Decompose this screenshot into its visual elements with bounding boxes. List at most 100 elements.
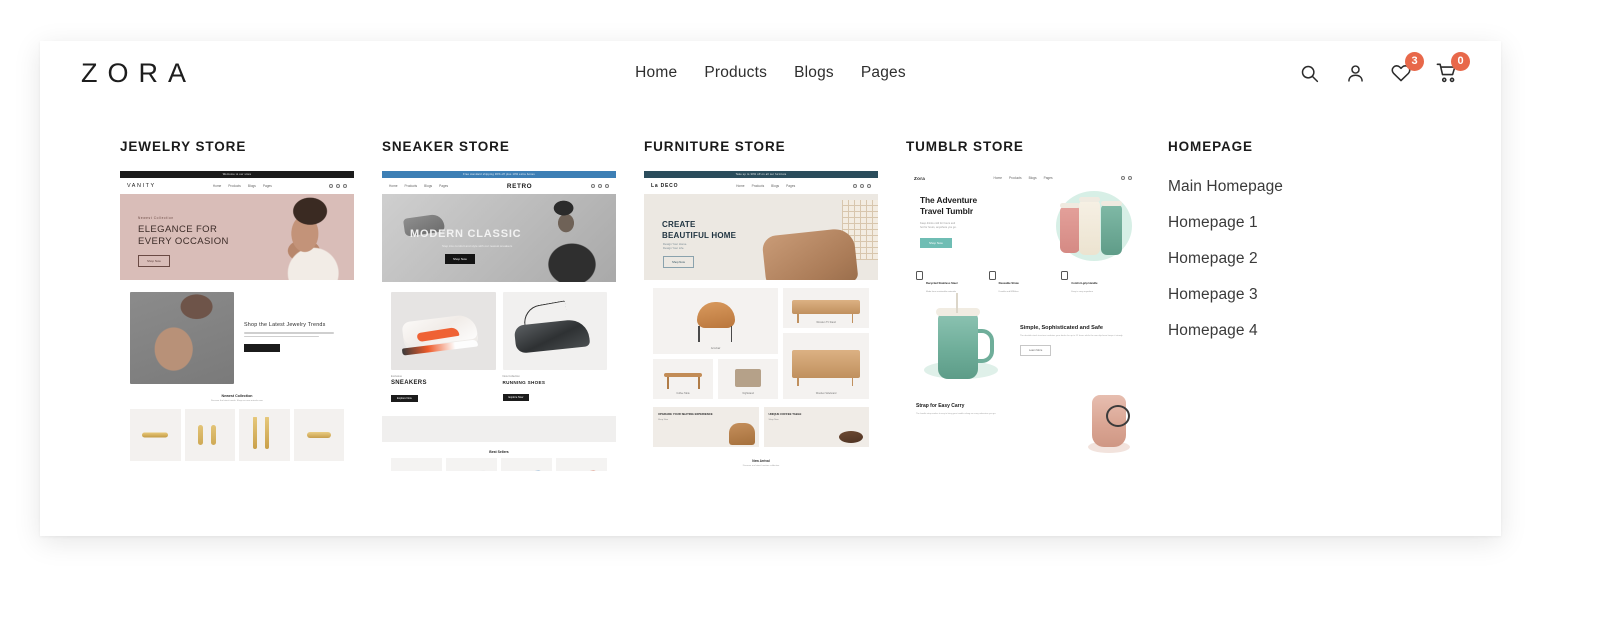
sneaker-hero: MODERN CLASSIC Step into comfort and sty…: [382, 194, 616, 282]
sneaker-card-2: New Collection RUNNING SHOES Explore Now: [502, 292, 607, 404]
mini-site-furniture: Take up to 30% off on all our furniture …: [644, 171, 878, 467]
tumblr-cart-icon: [1127, 176, 1132, 180]
jewelry-section-newest: Newest Collection Discover the latest tr…: [120, 388, 354, 471]
furniture-promo-seating-title: UPGRADE YOUR SEATING EXPERIENCE: [658, 412, 713, 416]
jewelry-brand: VANITY: [127, 183, 156, 189]
furniture-product-grid: Armchair Coffee Table Nightstand Wooden …: [644, 280, 878, 407]
tumblr-section-simple-title: Simple, Sophisticated and Safe: [1020, 324, 1103, 331]
cart-badge: 0: [1451, 52, 1470, 71]
wishlist-icon[interactable]: 3: [1389, 52, 1424, 85]
tumblr-feature-2-icon: [988, 271, 996, 280]
jewelry-user-icon: [336, 184, 340, 188]
wishlist-badge: 3: [1405, 52, 1424, 71]
tumblr-hero: The Adventure Travel Tumblr Keep drinks …: [906, 185, 1140, 265]
column-jewelry-store: JEWELRY STORE Welcome to our store VANIT…: [120, 139, 382, 471]
homepage-link-4[interactable]: Homepage 4: [1168, 315, 1468, 351]
furniture-product-coffee-table-caption: Coffee Table: [676, 392, 690, 395]
preview-tumblr-store[interactable]: Zora Home Products Blogs Pages The Adven…: [906, 171, 1140, 471]
site-header: ZORA Home Products Blogs Pages 3 0: [40, 41, 1501, 105]
furniture-user-icon: [859, 184, 864, 188]
tumblr-hero-subtitle-1: Keep drinks cold for hours and: [920, 221, 956, 225]
jewelry-trends-title: Shop the Latest Jewelry Trends: [244, 322, 326, 328]
sneaker-link-pages: Pages: [439, 184, 449, 188]
nav-item-products[interactable]: Products: [704, 64, 767, 82]
preview-sneaker-store[interactable]: Free standard shipping 30% off plus 10% …: [382, 171, 616, 471]
sneaker-search-icon: [590, 184, 595, 188]
furniture-cart-icon: [866, 184, 871, 188]
sneaker-footer-band: [382, 416, 616, 442]
search-icon[interactable]: [1297, 61, 1321, 85]
furniture-grid-left: Armchair Coffee Table Nightstand: [653, 288, 779, 399]
sneaker-card-2-title: RUNNING SHOES: [502, 380, 546, 385]
tumblr-section-simple-image: [916, 292, 1012, 383]
nav-item-pages[interactable]: Pages: [861, 64, 906, 82]
tumblr-section-strap: Strap for Easy Carry The handle strap ma…: [906, 389, 1140, 453]
tumblr-section-strap-title: Strap for Easy Carry: [916, 402, 965, 409]
furniture-promos: UPGRADE YOUR SEATING EXPERIENCE Shop Now…: [644, 407, 878, 455]
jewelry-link-blogs: Blogs: [247, 184, 256, 188]
column-homepage: HOMEPAGE Main Homepage Homepage 1 Homepa…: [1168, 139, 1468, 471]
furniture-link-blogs: Blogs: [771, 184, 780, 188]
homepage-link-main[interactable]: Main Homepage: [1168, 171, 1468, 207]
jewelry-trends-image: [130, 292, 234, 384]
homepage-link-1[interactable]: Homepage 1: [1168, 207, 1468, 243]
preview-jewelry-store[interactable]: Welcome to our store VANITY Home Product…: [120, 171, 354, 471]
furniture-link-products: Products: [751, 184, 765, 188]
jewelry-link-home: Home: [212, 184, 222, 188]
jewelry-link-pages: Pages: [262, 184, 272, 188]
sneaker-brand: RETRO: [506, 182, 533, 190]
homepage-link-3[interactable]: Homepage 3: [1168, 279, 1468, 315]
jewelry-mini-links: Home Products Blogs Pages: [213, 184, 272, 188]
nav-item-blogs[interactable]: Blogs: [794, 64, 834, 82]
jewelry-hero-headline-2: EVERY OCCASION: [138, 236, 229, 248]
tumblr-mini-icons: [1120, 176, 1132, 180]
jewelry-product-4: [293, 409, 344, 461]
furniture-announcement-bar: Take up to 30% off on all our furniture: [644, 171, 878, 178]
furniture-promo-table-title: UNIQUE COFFEE TABLE: [768, 412, 802, 416]
furniture-promo-table: UNIQUE COFFEE TABLE Shop Now: [763, 407, 869, 447]
tumblr-link-pages: Pages: [1043, 176, 1053, 180]
sneaker-bestseller-2: [446, 458, 497, 471]
jewelry-announcement-bar: Welcome to our store: [120, 171, 354, 178]
furniture-product-tv-stand: Wooden TV Stand: [783, 288, 869, 328]
furniture-hero-headline: CREATE BEAUTIFUL HOME: [662, 220, 736, 242]
cart-icon[interactable]: 0: [1435, 52, 1470, 85]
furniture-hero-cta: Shop Now: [663, 256, 694, 268]
jewelry-hero-eyebrow: Newest Collection: [138, 216, 174, 220]
furniture-promo-seating: UPGRADE YOUR SEATING EXPERIENCE Shop Now: [653, 407, 759, 447]
tumblr-section-simple-body: The durable steel structure insulates yo…: [1020, 334, 1123, 337]
sneaker-user-icon: [597, 184, 602, 188]
user-icon[interactable]: [1343, 61, 1367, 85]
column-sneaker-store: SNEAKER STORE Free standard shipping 30%…: [382, 139, 644, 471]
sneaker-link-products: Products: [404, 184, 418, 188]
furniture-grid-right: Wooden TV Stand Wooden Sideboard: [783, 288, 869, 399]
jewelry-trends-line-1: [244, 332, 334, 334]
sneaker-card-1-image: [391, 292, 496, 370]
jewelry-cart-icon: [343, 184, 347, 188]
tumblr-link-products: Products: [1009, 176, 1022, 180]
furniture-product-armchair-caption: Armchair: [710, 347, 721, 350]
sneaker-card-1-eyebrow: Exclusive: [391, 375, 402, 378]
sneaker-hero-model-image: [506, 194, 616, 282]
sneaker-hero-subtitle: Step into comfort and style with our new…: [442, 244, 513, 248]
jewelry-mini-nav: VANITY Home Products Blogs Pages: [120, 178, 354, 194]
nav-item-home[interactable]: Home: [635, 64, 677, 82]
tumblr-hero-cta: Shop Now: [920, 237, 952, 248]
homepage-link-2[interactable]: Homepage 2: [1168, 243, 1468, 279]
sneaker-bestseller-1: [391, 458, 442, 471]
tumblr-features: Recycled Stainless Steel Made from susta…: [906, 265, 1140, 293]
sneaker-bestseller-3: [501, 458, 552, 471]
column-title-sneaker: SNEAKER STORE: [382, 139, 510, 154]
tumblr-feature-1-icon: [916, 271, 923, 280]
site-logo[interactable]: ZORA: [81, 59, 196, 87]
sneaker-card-1: Exclusive SNEAKERS Explore Now: [391, 292, 496, 404]
mini-site-sneaker: Free standard shipping 30% off plus 10% …: [382, 171, 616, 471]
tumblr-link-blogs: Blogs: [1028, 176, 1037, 180]
furniture-mini-icons: [852, 184, 871, 188]
jewelry-product-2: [184, 409, 235, 461]
sneaker-card-2-image: [502, 292, 607, 370]
jewelry-hero: Newest Collection ELEGANCE FOR EVERY OCC…: [120, 194, 354, 280]
preview-furniture-store[interactable]: Take up to 30% off on all our furniture …: [644, 171, 878, 471]
column-title-tumblr: TUMBLR STORE: [906, 139, 1024, 154]
tumblr-feature-1-title: Recycled Stainless Steel: [926, 282, 958, 285]
